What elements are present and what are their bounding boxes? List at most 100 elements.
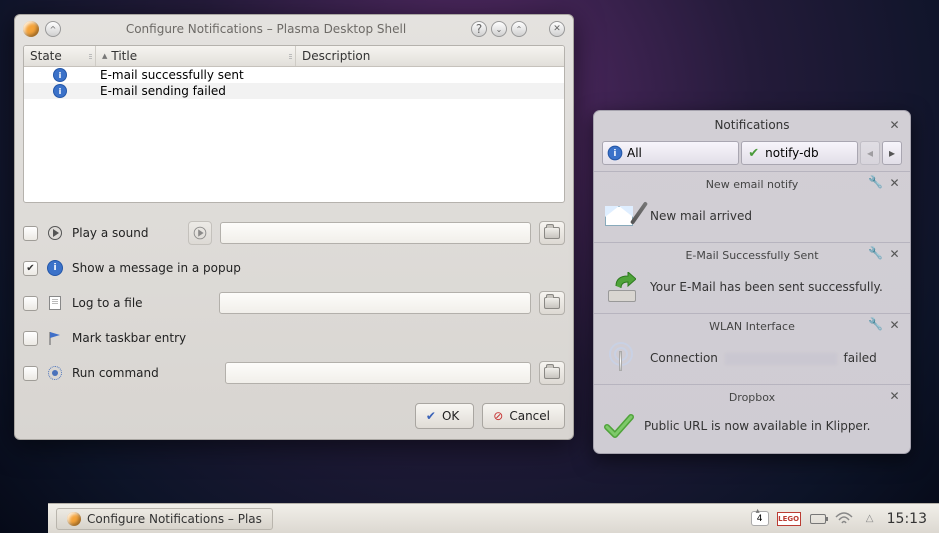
runcmd-field[interactable] — [225, 362, 531, 384]
notification-body: Connection failed — [650, 351, 902, 365]
info-icon: i — [54, 85, 66, 97]
table-row[interactable]: i E-mail sending failed — [24, 83, 564, 99]
notification-body: Public URL is now available in Klipper. — [644, 419, 902, 433]
check-icon: ✔ — [426, 409, 436, 423]
logfile-path-field[interactable] — [219, 292, 531, 314]
column-title[interactable]: ▲ Title — [96, 46, 296, 66]
notifications-title-bar: Notifications ✕ — [594, 111, 910, 139]
row-title: E-mail successfully sent — [96, 68, 296, 82]
close-panel-button[interactable]: ✕ — [887, 117, 902, 132]
flag-icon — [46, 329, 64, 347]
browse-logfile-button[interactable] — [539, 291, 565, 315]
notification-body: New mail arrived — [650, 209, 902, 223]
play-sound-label: Play a sound — [72, 226, 148, 240]
filter-next-button[interactable]: ▸ — [882, 141, 902, 165]
table-header: State ▲ Title Description — [24, 46, 564, 67]
tray-expand-icon[interactable]: △ — [861, 510, 879, 528]
option-run-command: Run command — [23, 361, 565, 385]
gear-icon — [46, 364, 64, 382]
runcmd-checkbox[interactable] — [23, 366, 38, 381]
app-icon — [67, 512, 81, 526]
notification-title: WLAN Interface — [709, 320, 795, 333]
play-sound-checkbox[interactable] — [23, 226, 38, 241]
redacted-text — [725, 353, 837, 365]
mail-compose-icon — [602, 198, 642, 234]
logfile-checkbox[interactable] — [23, 296, 38, 311]
column-state-label: State — [30, 49, 62, 63]
ok-label: OK — [442, 409, 459, 423]
configure-notification-button[interactable]: 🔧 — [868, 246, 883, 261]
notification-body-post: failed — [840, 351, 877, 365]
row-title: E-mail sending failed — [96, 84, 296, 98]
notification-item: E-Mail Successfully Sent 🔧✕ Your E-Mail … — [594, 242, 910, 313]
events-table: State ▲ Title Description i E-mail succes… — [23, 45, 565, 203]
file-icon — [46, 294, 64, 312]
dismiss-notification-button[interactable]: ✕ — [887, 317, 902, 332]
option-popup: i Show a message in a popup — [23, 256, 565, 280]
dismiss-notification-button[interactable]: ✕ — [887, 388, 902, 403]
notification-body: Your E-Mail has been sent successfully. — [650, 280, 902, 294]
configure-notification-button[interactable]: 🔧 — [868, 317, 883, 332]
filter-all-button[interactable]: i All — [602, 141, 739, 165]
filter-source-label: notify-db — [765, 146, 818, 160]
filter-source-button[interactable]: ✔ notify-db — [741, 141, 858, 165]
notification-item: WLAN Interface 🔧 ✕ Connection failed — [594, 313, 910, 384]
dismiss-notification-button[interactable]: ✕ — [887, 246, 902, 261]
notification-title: New email notify — [706, 178, 799, 191]
popup-label: Show a message in a popup — [72, 261, 241, 275]
browse-sound-button[interactable] — [539, 221, 565, 245]
notifications-filter: i All ✔ notify-db ◂ ▸ — [602, 141, 902, 165]
notification-item: Dropbox ✕ Public URL is now available in… — [594, 384, 910, 449]
network-icon[interactable] — [835, 510, 853, 528]
column-description[interactable]: Description — [296, 46, 564, 66]
info-icon: i — [54, 69, 66, 81]
updates-count: 4 — [757, 514, 763, 524]
dismiss-notification-button[interactable]: ✕ — [887, 175, 902, 190]
ok-button[interactable]: ✔ OK — [415, 403, 474, 429]
logfile-label: Log to a file — [72, 296, 143, 310]
folder-icon — [544, 297, 560, 309]
mail-sent-icon — [602, 269, 642, 305]
success-icon — [602, 411, 636, 441]
taskbar-item-configure-notifications[interactable]: Configure Notifications – Plas — [56, 508, 273, 530]
filter-all-label: All — [627, 146, 642, 160]
clock[interactable]: 15:13 — [887, 511, 931, 527]
lego-indicator[interactable]: LEGO — [777, 512, 801, 526]
column-title-label: Title — [111, 49, 137, 63]
sound-path-field[interactable] — [220, 222, 531, 244]
folder-icon — [544, 367, 560, 379]
maximize-button[interactable]: ⌃ — [511, 21, 527, 37]
configure-notification-button[interactable]: 🔧 — [868, 175, 883, 190]
info-icon: i — [46, 259, 64, 277]
app-icon — [23, 21, 39, 37]
taskbar: Configure Notifications – Plas 4 LEGO △ … — [48, 503, 939, 533]
column-state[interactable]: State — [24, 46, 96, 66]
table-row[interactable]: i E-mail successfully sent — [24, 67, 564, 83]
window-titlebar[interactable]: ^ Configure Notifications – Plasma Deskt… — [15, 15, 573, 43]
wlan-icon — [602, 340, 642, 376]
filter-prev-button[interactable]: ◂ — [860, 141, 880, 165]
shade-button[interactable]: ^ — [45, 21, 61, 37]
sort-indicator-icon: ▲ — [102, 52, 107, 60]
battery-icon[interactable] — [809, 510, 827, 528]
help-button[interactable]: ? — [471, 21, 487, 37]
close-button[interactable]: ✕ — [549, 21, 565, 37]
option-play-sound: Play a sound — [23, 221, 565, 245]
configure-notifications-window: ^ Configure Notifications – Plasma Deskt… — [14, 14, 574, 440]
taskbar-label: Mark taskbar entry — [72, 331, 186, 345]
preview-sound-button[interactable] — [188, 221, 212, 245]
taskbar-checkbox[interactable] — [23, 331, 38, 346]
system-tray: 4 LEGO △ 15:13 — [751, 510, 931, 528]
notifications-panel: Notifications ✕ i All ✔ notify-db ◂ ▸ Ne… — [593, 110, 911, 454]
popup-checkbox[interactable] — [23, 261, 38, 276]
minimize-button[interactable]: ⌄ — [491, 21, 507, 37]
cancel-button[interactable]: ⊘Cancel — [482, 403, 565, 429]
window-title: Configure Notifications – Plasma Desktop… — [67, 22, 465, 36]
option-log-file: Log to a file — [23, 291, 565, 315]
updates-badge[interactable]: 4 — [751, 511, 769, 526]
cancel-label: Cancel — [509, 409, 550, 423]
play-icon — [46, 224, 64, 242]
browse-command-button[interactable] — [539, 361, 565, 385]
option-taskbar: Mark taskbar entry — [23, 326, 565, 350]
runcmd-label: Run command — [72, 366, 159, 380]
